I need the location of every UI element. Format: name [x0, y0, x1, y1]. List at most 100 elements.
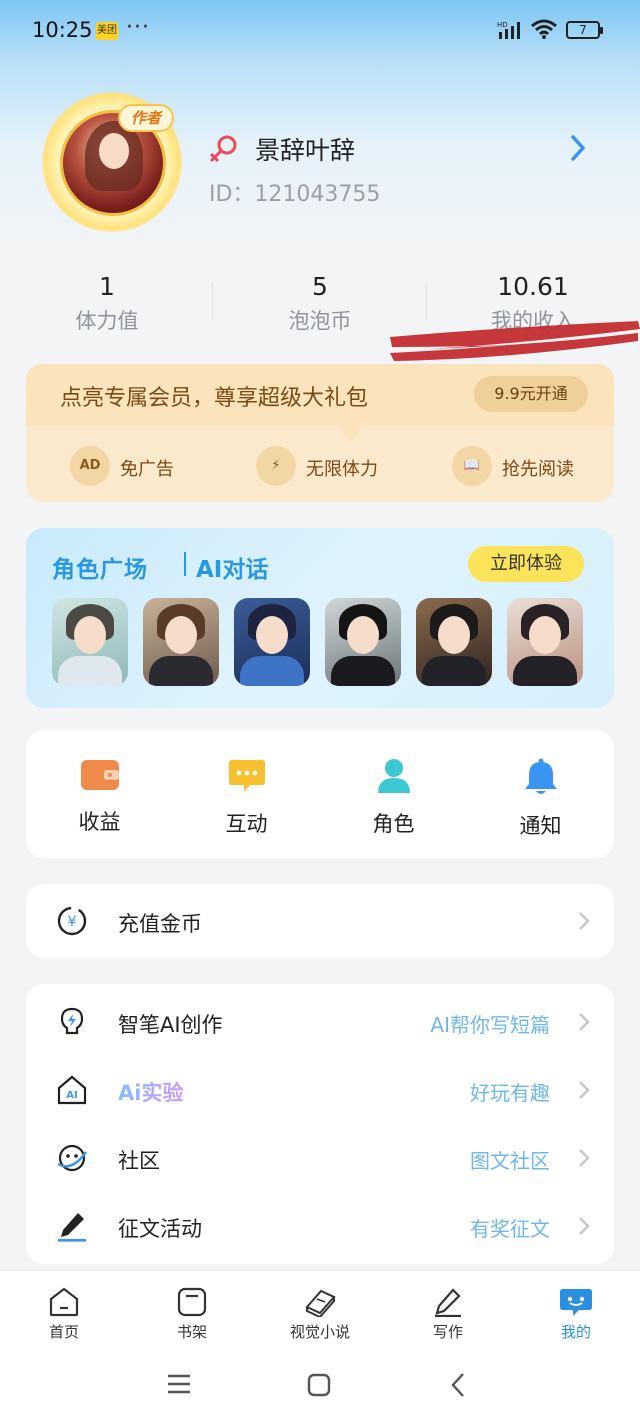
tab-home[interactable]: 首页	[0, 1287, 128, 1342]
vip-open-button[interactable]: 9.9元开通	[474, 376, 588, 412]
username[interactable]: 景辞叶辞	[255, 131, 355, 167]
recharge-card[interactable]: ¥ 充值金币	[26, 884, 614, 958]
status-time: 10:25	[32, 18, 93, 42]
vip-title: 点亮专属会员，尊享超级大礼包	[60, 386, 369, 411]
home-button-icon[interactable]	[307, 1373, 331, 1397]
chevron-right-icon	[579, 1081, 590, 1099]
chevron-right-icon	[579, 1149, 590, 1167]
try-now-button[interactable]: 立即体验	[468, 546, 584, 582]
chevron-right-icon	[579, 1217, 590, 1235]
divider	[184, 552, 186, 576]
person-icon	[377, 759, 410, 793]
quick-label: 收益	[78, 810, 121, 834]
planet-icon	[57, 1144, 87, 1172]
menu-label: Ai实验	[118, 1077, 183, 1107]
bell-icon	[524, 758, 557, 794]
quick-interaction[interactable]: 互动	[173, 758, 320, 838]
tab-bookshelf[interactable]: 书架	[128, 1287, 256, 1342]
character-card[interactable]	[507, 598, 583, 686]
wifi-icon	[531, 19, 557, 39]
meituan-badge-icon: 美团	[96, 22, 118, 40]
chevron-right-icon	[579, 1013, 590, 1031]
vip-card[interactable]: 点亮专属会员，尊享超级大礼包 9.9元开通 AD 免广告 ⚡ 无限体力 📖 抢先…	[26, 364, 614, 502]
svg-text:AI: AI	[66, 1090, 77, 1101]
redaction-scribble	[390, 321, 640, 361]
stat-label: 体力值	[75, 309, 139, 333]
pen-icon	[58, 1213, 86, 1242]
lightning-icon: ⚡	[256, 446, 296, 486]
menu-icon[interactable]	[168, 1374, 190, 1394]
back-icon[interactable]	[450, 1372, 466, 1398]
user-id: ID：121043755	[209, 182, 381, 207]
signal-icon: HD	[497, 21, 520, 39]
menu-sublabel: 有奖征文	[470, 1217, 550, 1241]
battery-icon: 7	[566, 21, 603, 39]
home-icon	[49, 1287, 79, 1317]
chevron-right-icon	[579, 912, 590, 930]
pencil-icon	[435, 1288, 461, 1317]
perk-label: 抢先阅读	[502, 459, 574, 480]
status-bar: 10:25 美团 ··· HD 7	[0, 0, 640, 62]
coin-icon: ¥	[57, 906, 87, 936]
female-icon	[209, 135, 237, 163]
menu-card: 智笔AI创作 AI帮你写短篇 AI Ai实验 好玩有趣 社区 图文社区 征文活动…	[26, 984, 614, 1264]
quick-label: 角色	[372, 812, 415, 836]
menu-sublabel: AI帮你写短篇	[430, 1013, 550, 1037]
tab-label: 书架	[176, 1323, 207, 1341]
menu-item-ai-writing[interactable]: 智笔AI创作 AI帮你写短篇	[26, 988, 614, 1056]
character-card[interactable]	[416, 598, 492, 686]
chevron-right-icon[interactable]	[568, 134, 588, 162]
tab-label: 我的	[560, 1323, 591, 1341]
menu-item-ai-lab[interactable]: AI Ai实验 好玩有趣	[26, 1056, 614, 1124]
tab-write[interactable]: 写作	[384, 1287, 512, 1342]
menu-sublabel: 图文社区	[470, 1149, 550, 1173]
quick-actions: 收益 互动 角色 通知	[26, 730, 614, 858]
tab-me[interactable]: 我的	[512, 1287, 640, 1342]
no-ads-icon: AD	[70, 446, 110, 486]
chat-icon	[228, 760, 265, 792]
svg-text:¥: ¥	[68, 914, 77, 930]
svg-text:HD: HD	[497, 21, 508, 29]
character-card[interactable]	[52, 598, 128, 686]
character-card[interactable]	[234, 598, 310, 686]
recharge-row[interactable]: ¥ 充值金币	[26, 887, 614, 955]
wallet-icon	[80, 760, 119, 790]
menu-item-community[interactable]: 社区 图文社区	[26, 1124, 614, 1192]
system-nav-bar	[0, 1360, 640, 1423]
quick-roles[interactable]: 角色	[320, 758, 467, 838]
author-badge: 作者	[118, 104, 174, 132]
stat-stamina[interactable]: 1 体力值	[0, 272, 214, 335]
more-notifications-icon: ···	[126, 15, 150, 40]
stat-value: 1	[99, 272, 115, 301]
recharge-label: 充值金币	[118, 912, 202, 936]
stat-value: 10.61	[497, 272, 569, 301]
me-chat-icon	[560, 1289, 592, 1316]
character-card[interactable]	[325, 598, 401, 686]
menu-label: 社区	[118, 1149, 160, 1173]
quick-label: 通知	[519, 814, 562, 838]
quick-earnings[interactable]: 收益	[26, 758, 173, 836]
role-plaza-banner[interactable]: 角色广场 AI对话 立即体验	[26, 528, 614, 708]
tab-visual-novel[interactable]: 视觉小说	[256, 1287, 384, 1342]
bookshelf-icon	[177, 1287, 207, 1317]
tab-label: 首页	[48, 1323, 79, 1341]
perk-label: 免广告	[120, 459, 174, 480]
quick-notifications[interactable]: 通知	[467, 758, 614, 840]
menu-item-contest[interactable]: 征文活动 有奖征文	[26, 1192, 614, 1260]
menu-sublabel: 好玩有趣	[470, 1081, 550, 1105]
tab-label: 视觉小说	[289, 1323, 350, 1341]
perk-label: 无限体力	[306, 459, 378, 480]
book-stack-icon	[305, 1289, 336, 1317]
ai-chat-title: AI对话	[196, 557, 269, 583]
bottom-nav: 首页 书架 视觉小说 写作 我的	[0, 1270, 640, 1360]
tab-label: 写作	[432, 1323, 463, 1341]
role-plaza-title: 角色广场	[52, 557, 148, 583]
stat-value: 5	[312, 272, 328, 301]
book-icon: 📖	[452, 446, 492, 486]
ai-home-icon: AI	[57, 1075, 87, 1105]
quick-label: 互动	[225, 812, 268, 836]
character-card[interactable]	[143, 598, 219, 686]
lightbulb-icon	[60, 1007, 84, 1035]
menu-label: 征文活动	[118, 1217, 202, 1241]
menu-label: 智笔AI创作	[118, 1013, 223, 1037]
